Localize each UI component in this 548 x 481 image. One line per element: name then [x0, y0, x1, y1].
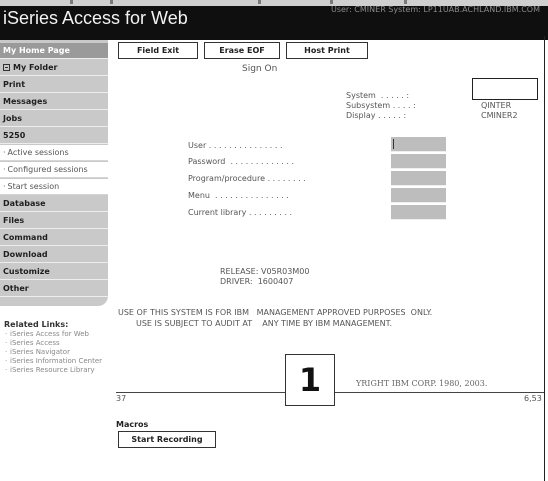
user-field-label: User . . . . . . . . . . . . . . .: [188, 141, 283, 150]
sidebar-item-label: Print: [3, 80, 26, 89]
subsystem-value: QINTER: [481, 101, 512, 110]
program-field-label: Program/procedure . . . . . . . .: [188, 174, 306, 183]
bullet-icon: ·: [3, 148, 6, 157]
sidebar-item-download[interactable]: Download: [0, 247, 108, 263]
copyright-text: YRIGHT IBM CORP. 1980, 2003.: [356, 379, 488, 388]
sidebar-item-customize[interactable]: Customize: [0, 264, 108, 280]
strip-tick: [404, 0, 407, 4]
sidebar-item-print[interactable]: Print: [0, 77, 108, 93]
related-links: Related Links: iSeries Access for WebiSe…: [4, 320, 108, 375]
notice-line-1: USE OF THIS SYSTEM IS FOR IBM MANAGEMENT…: [118, 308, 433, 317]
right-frame-border: [544, 36, 545, 481]
text-cursor: [393, 139, 394, 149]
sidebar-item-messages[interactable]: Messages: [0, 94, 108, 110]
sidebar-item-other[interactable]: Other: [0, 281, 108, 297]
status-left: 37: [116, 394, 127, 403]
sidebar-item-label: Start session: [7, 182, 60, 191]
display-value: CMINER2: [481, 111, 518, 120]
sidebar-item-label: Command: [3, 233, 48, 242]
sidebar-item-my-home-page[interactable]: My Home Page: [0, 43, 108, 59]
user-input[interactable]: [391, 137, 446, 152]
sidebar-item-label: Customize: [3, 267, 50, 276]
menu-input[interactable]: [391, 188, 446, 203]
strip-tick: [330, 0, 333, 4]
bullet-icon: ·: [3, 165, 6, 174]
app-title: iSeries Access for Web: [3, 8, 188, 28]
driver-info: DRIVER: 1600407: [220, 277, 294, 286]
sidebar-item-files[interactable]: Files: [0, 213, 108, 229]
notice-line-2: USE IS SUBJECT TO AUDIT AT ANY TIME BY I…: [136, 319, 393, 328]
sidebar-item-label: Active sessions: [7, 148, 69, 157]
sidebar-item-label: Jobs: [3, 114, 22, 123]
sidebar-item-database[interactable]: Database: [0, 196, 108, 212]
sidebar-item-label: Download: [3, 250, 48, 259]
bullet-icon: ·: [3, 182, 6, 191]
related-link[interactable]: iSeries Access: [4, 339, 108, 348]
app-header: iSeries Access for Web User: CMINER Syst…: [0, 5, 548, 40]
field-exit-button[interactable]: Field Exit: [118, 42, 198, 59]
sidebar-nav: My Home Page My Folder Print Messages Jobs 52…: [0, 40, 108, 306]
system-label: System . . . . . :: [346, 91, 410, 100]
sidebar-item-command[interactable]: Command: [0, 230, 108, 246]
sidebar: My Home Page My Folder Print Messages Jobs 52…: [0, 40, 110, 481]
release-info: RELEASE: V05R03M00: [220, 267, 310, 276]
sidebar-item-label: Configured sessions: [7, 165, 88, 174]
password-field-label: Password . . . . . . . . . . . . .: [188, 157, 295, 166]
erase-eof-button[interactable]: Erase EOF: [204, 42, 280, 59]
sidebar-item-label: Database: [3, 199, 46, 208]
password-input[interactable]: [391, 154, 446, 169]
screen-heading: Sign On: [242, 64, 278, 74]
display-label: Display . . . . . :: [346, 111, 407, 120]
related-link[interactable]: iSeries Resource Library: [4, 366, 108, 375]
host-print-button[interactable]: Host Print: [286, 42, 368, 59]
library-input[interactable]: [391, 205, 446, 220]
strip-tick: [70, 0, 73, 4]
sidebar-item-active-sessions[interactable]: · Active sessions: [0, 145, 108, 161]
related-link[interactable]: iSeries Access for Web: [4, 330, 108, 339]
sidebar-item-start-session[interactable]: · Start session: [0, 179, 108, 195]
macros-title: Macros: [116, 420, 149, 429]
cursor-position: 6,53: [524, 394, 542, 403]
system-value-box: [472, 78, 538, 100]
sidebar-item-5250[interactable]: 5250: [0, 128, 108, 144]
sidebar-item-configured-sessions[interactable]: · Configured sessions: [0, 162, 108, 178]
start-recording-button[interactable]: Start Recording: [118, 431, 216, 448]
library-field-label: Current library . . . . . . . . .: [188, 208, 293, 217]
sidebar-item-label: Other: [3, 284, 29, 293]
main-content: Field Exit Erase EOF Host Print Sign On …: [110, 40, 548, 481]
menu-field-label: Menu . . . . . . . . . . . . . . .: [188, 191, 289, 200]
strip-tick: [110, 0, 113, 4]
sidebar-item-label: My Home Page: [3, 46, 70, 55]
related-link[interactable]: iSeries Information Center: [4, 357, 108, 366]
sidebar-item-label: 5250: [3, 131, 26, 140]
sidebar-item-label: Messages: [3, 97, 48, 106]
related-link[interactable]: iSeries Navigator: [4, 348, 108, 357]
related-links-title: Related Links:: [4, 320, 69, 329]
sidebar-item-label: Files: [3, 216, 25, 225]
program-input[interactable]: [391, 171, 446, 186]
sidebar-item-label: My Folder: [13, 63, 58, 72]
sidebar-item-my-folder[interactable]: My Folder: [0, 60, 108, 76]
strip-tick: [258, 0, 261, 4]
user-system-info: User: CMINER System: LP11UAB.ACHLAND.IBM…: [330, 5, 540, 14]
sidebar-item-jobs[interactable]: Jobs: [0, 111, 108, 127]
callout-number: 1: [285, 354, 335, 406]
folder-square-icon: [3, 64, 10, 71]
subsystem-label: Subsystem . . . . :: [346, 101, 416, 110]
